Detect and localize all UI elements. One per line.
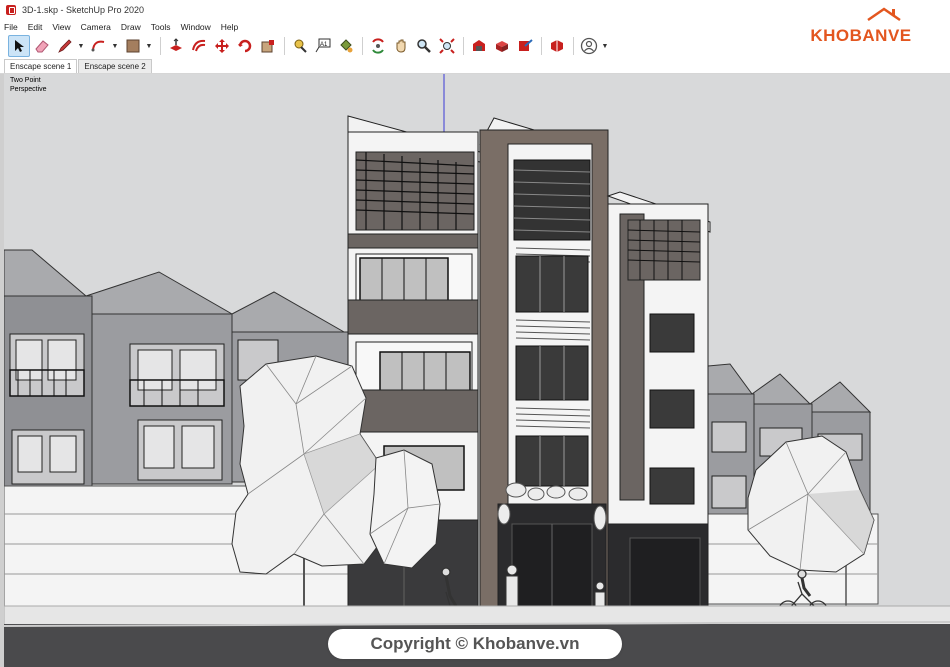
menu-file[interactable]: File [4, 22, 18, 32]
text-tool-button[interactable]: A1 [312, 35, 334, 57]
menu-edit[interactable]: Edit [28, 22, 43, 32]
sketchup-logo-icon [6, 5, 16, 15]
warehouse-tool-button[interactable] [468, 35, 490, 57]
text-icon: A1 [315, 38, 331, 53]
chevron-down-icon[interactable]: ▼ [145, 43, 153, 50]
toolbar-separator [284, 37, 285, 55]
shape-tool-button[interactable] [122, 35, 144, 57]
toolbar-separator [463, 37, 464, 55]
window-title: 3D-1.skp - SketchUp Pro 2020 [22, 5, 145, 15]
orbit-icon [372, 38, 384, 54]
eraser-icon [35, 40, 49, 53]
khobanve-logo: KHOBANVE [804, 4, 918, 52]
components-icon [496, 41, 508, 52]
toolbar-separator [362, 37, 363, 55]
toolbar-separator [573, 37, 574, 55]
camera-mode-line2: Perspective [10, 86, 47, 93]
account-menu-button[interactable] [578, 35, 600, 57]
tape-measure-tool-button[interactable] [289, 35, 311, 57]
arc-icon [91, 40, 105, 52]
paint-bucket-tool-button[interactable] [335, 35, 357, 57]
scale-tool-button[interactable] [257, 35, 279, 57]
line-tool-button[interactable] [54, 35, 76, 57]
orbit-tool-button[interactable] [367, 35, 389, 57]
camera-mode-label: Two Point Perspective [10, 76, 47, 94]
arrow-cursor-icon [15, 40, 24, 52]
select-tool-button[interactable] [8, 35, 30, 57]
offset-icon [192, 39, 206, 52]
menu-window[interactable]: Window [181, 22, 211, 32]
copyright-watermark: Copyright © Khobanve.vn [328, 629, 622, 659]
rotate-icon [238, 39, 252, 53]
tape-measure-icon [294, 39, 307, 53]
logo-text: KHOBANVE [810, 26, 912, 45]
zoom-tool-button[interactable] [413, 35, 435, 57]
building-c [606, 191, 711, 615]
house-roof-icon [867, 7, 901, 22]
share-model-tool-button[interactable] [514, 35, 536, 57]
menu-tools[interactable]: Tools [151, 22, 171, 32]
push-pull-tool-button[interactable] [165, 35, 187, 57]
menu-draw[interactable]: Draw [121, 22, 141, 32]
scale-icon [261, 40, 274, 53]
toolbar-separator [160, 37, 161, 55]
magnifier-icon [417, 39, 431, 53]
hand-icon [396, 39, 406, 53]
extension-icon [551, 40, 563, 52]
zoom-extents-icon [439, 38, 455, 54]
components-tool-button[interactable] [491, 35, 513, 57]
toolbar-separator [541, 37, 542, 55]
rotate-tool-button[interactable] [234, 35, 256, 57]
zoom-extents-tool-button[interactable] [436, 35, 458, 57]
share-icon [519, 39, 533, 51]
pencil-icon [58, 39, 72, 53]
pan-tool-button[interactable] [390, 35, 412, 57]
scene-tabs: Enscape scene 1 Enscape scene 2 [0, 58, 950, 74]
arc-tool-button[interactable] [88, 35, 110, 57]
menu-view[interactable]: View [52, 22, 70, 32]
svg-text:A1: A1 [320, 42, 328, 48]
chevron-down-icon[interactable]: ▼ [77, 43, 85, 50]
tab-enscape-scene-2[interactable]: Enscape scene 2 [78, 59, 152, 73]
move-icon [215, 39, 229, 53]
menu-camera[interactable]: Camera [81, 22, 111, 32]
sketchup-window: 3D-1.skp - SketchUp Pro 2020 File Edit V… [0, 0, 950, 667]
warehouse-icon [473, 40, 485, 51]
model-viewport[interactable]: Two Point Perspective [0, 74, 950, 667]
push-pull-icon [170, 38, 182, 51]
eraser-tool-button[interactable] [31, 35, 53, 57]
offset-tool-button[interactable] [188, 35, 210, 57]
camera-mode-line1: Two Point [10, 77, 41, 84]
extension-warehouse-tool-button[interactable] [546, 35, 568, 57]
tab-enscape-scene-1[interactable]: Enscape scene 1 [4, 59, 78, 73]
menu-help[interactable]: Help [221, 22, 238, 32]
move-tool-button[interactable] [211, 35, 233, 57]
paint-bucket-icon [340, 39, 353, 53]
user-icon [580, 37, 598, 55]
rectangle-icon [126, 39, 140, 53]
model-scene [4, 74, 950, 667]
chevron-down-icon[interactable]: ▼ [111, 43, 119, 50]
main-toolbar: ▼ ▼ ▼ A1 ▼ [0, 34, 800, 58]
building-b [479, 117, 609, 617]
chevron-down-icon[interactable]: ▼ [601, 43, 609, 50]
